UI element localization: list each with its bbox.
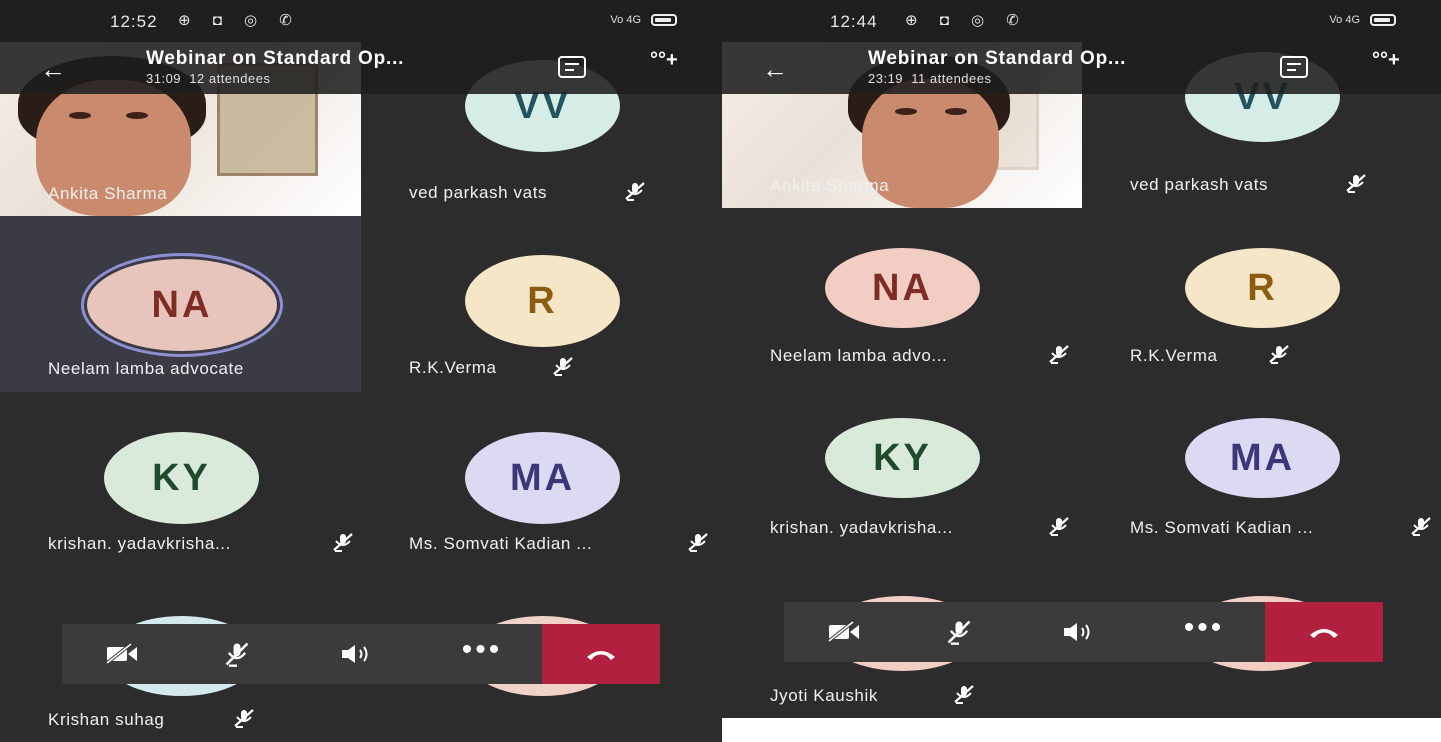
participant-name: Ms. Somvati Kadian ... [409, 534, 593, 553]
camera-off-button[interactable] [87, 624, 157, 684]
meeting-subtitle: 23:19 11 attendees [868, 71, 992, 86]
status-time: 12:44 [830, 12, 878, 31]
mic-muted-icon [225, 642, 249, 667]
call-screen-left: 12:52 ⊕ ◘ ◎ ✆ Vo 4G Ankita Sharma VV ved… [0, 0, 722, 742]
hang-up-icon [587, 651, 615, 660]
status-icons: ⊕ ◘ ◎ ✆ [905, 12, 1028, 29]
mic-muted-icon [625, 182, 645, 201]
system-icons: Vo 4G [610, 14, 677, 26]
mic-muted-icon [1269, 345, 1289, 364]
speaker-icon [342, 645, 368, 663]
attendee-count: 11 attendees [911, 71, 992, 86]
mic-muted-icon [234, 709, 254, 728]
mic-mute-button[interactable] [929, 602, 989, 662]
participant-tile[interactable]: R R.K.Verma [1082, 208, 1441, 378]
avatar: KY [825, 418, 980, 498]
system-icons: Vo 4G [1329, 14, 1396, 26]
meeting-title: Webinar on Standard Op... [146, 48, 405, 69]
participant-tile-active-speaker[interactable]: NA Neelam lamba advocate [0, 216, 361, 392]
avatar: NA [825, 248, 980, 328]
camera-off-icon [105, 643, 137, 665]
participant-tile[interactable]: MA Ms. Somvati Kadian ... [1082, 378, 1441, 548]
chat-icon[interactable] [558, 56, 586, 78]
participant-name: krishan. yadavkrisha... [770, 518, 953, 537]
add-people-icon[interactable]: °°+ [650, 50, 678, 70]
participant-tile[interactable]: KY krishan. yadavkrisha... [722, 378, 1082, 548]
avatar: MA [465, 432, 620, 524]
call-screen-right: 12:44 ⊕ ◘ ◎ ✆ Vo 4G Ankita Sharma VV ved… [722, 0, 1441, 742]
screen-bottom-margin [722, 718, 1441, 742]
status-bar: 12:44 ⊕ ◘ ◎ ✆ Vo 4G [722, 0, 1441, 42]
mic-muted-icon [333, 533, 353, 552]
signal-icon: Vo 4G [610, 14, 641, 26]
back-arrow-icon[interactable]: ← [762, 54, 788, 85]
camera-off-button[interactable] [809, 602, 879, 662]
mic-muted-icon [1049, 345, 1069, 364]
battery-icon [1370, 14, 1396, 26]
hang-up-icon [1310, 629, 1338, 638]
call-controls: ••• [62, 624, 660, 684]
speaker-button[interactable] [327, 624, 387, 684]
meeting-subtitle: 31:09 12 attendees [146, 71, 270, 86]
call-controls: ••• [784, 602, 1383, 662]
hang-up-button[interactable] [1265, 602, 1383, 662]
meeting-header: ← Webinar on Standard Op... 23:19 11 att… [722, 42, 1441, 94]
status-time: 12:52 [110, 12, 158, 31]
avatar: KY [104, 432, 259, 524]
participant-name: Ankita Sharma [770, 176, 890, 195]
avatar: MA [1185, 418, 1340, 498]
mic-muted-icon [1346, 174, 1366, 193]
back-arrow-icon[interactable]: ← [40, 54, 66, 85]
participant-name: krishan. yadavkrisha... [48, 534, 231, 553]
mic-muted-icon [1411, 517, 1431, 536]
meeting-title: Webinar on Standard Op... [868, 48, 1127, 69]
mic-mute-button[interactable] [207, 624, 267, 684]
participant-name: R.K.Verma [409, 358, 497, 377]
mic-muted-icon [1049, 517, 1069, 536]
participant-tile[interactable]: KY krishan. yadavkrisha... [0, 392, 361, 568]
mic-muted-icon [954, 685, 974, 704]
speaker-button[interactable] [1049, 602, 1109, 662]
more-options-button[interactable]: ••• [447, 624, 517, 684]
chat-icon[interactable] [1280, 56, 1308, 78]
signal-icon: Vo 4G [1329, 14, 1360, 26]
participant-tile[interactable]: NA Neelam lamba advo... [722, 208, 1082, 378]
speaker-icon [1064, 623, 1090, 641]
status-icons: ⊕ ◘ ◎ ✆ [178, 12, 301, 29]
battery-icon [651, 14, 677, 26]
participant-name: Ankita Sharma [48, 184, 168, 203]
hang-up-button[interactable] [542, 624, 660, 684]
add-people-icon[interactable]: °°+ [1372, 50, 1400, 70]
participant-tile[interactable]: R R.K.Verma [361, 216, 722, 392]
avatar: R [1185, 248, 1340, 328]
mic-muted-icon [947, 620, 971, 645]
participant-name: Ms. Somvati Kadian ... [1130, 518, 1314, 537]
participant-name: Jyoti Kaushik [770, 686, 878, 705]
mic-muted-icon [688, 533, 708, 552]
meeting-header: ← Webinar on Standard Op... 31:09 12 att… [0, 42, 722, 94]
call-duration: 23:19 [868, 71, 904, 86]
call-duration: 31:09 [146, 71, 182, 86]
participant-name: ved parkash vats [1130, 175, 1269, 194]
participant-name: Neelam lamba advocate [48, 359, 244, 378]
participant-name: ved parkash vats [409, 183, 548, 202]
mic-muted-icon [553, 357, 573, 376]
attendee-count: 12 attendees [189, 71, 271, 86]
avatar: NA [87, 259, 277, 351]
participant-name: Krishan suhag [48, 710, 165, 729]
camera-off-icon [827, 621, 859, 643]
participant-tile[interactable]: MA Ms. Somvati Kadian ... [361, 392, 722, 568]
participant-name: R.K.Verma [1130, 346, 1218, 365]
participant-name: Neelam lamba advo... [770, 346, 948, 365]
more-options-button[interactable]: ••• [1169, 602, 1239, 662]
avatar: R [465, 255, 620, 347]
status-bar: 12:52 ⊕ ◘ ◎ ✆ Vo 4G [0, 0, 722, 42]
